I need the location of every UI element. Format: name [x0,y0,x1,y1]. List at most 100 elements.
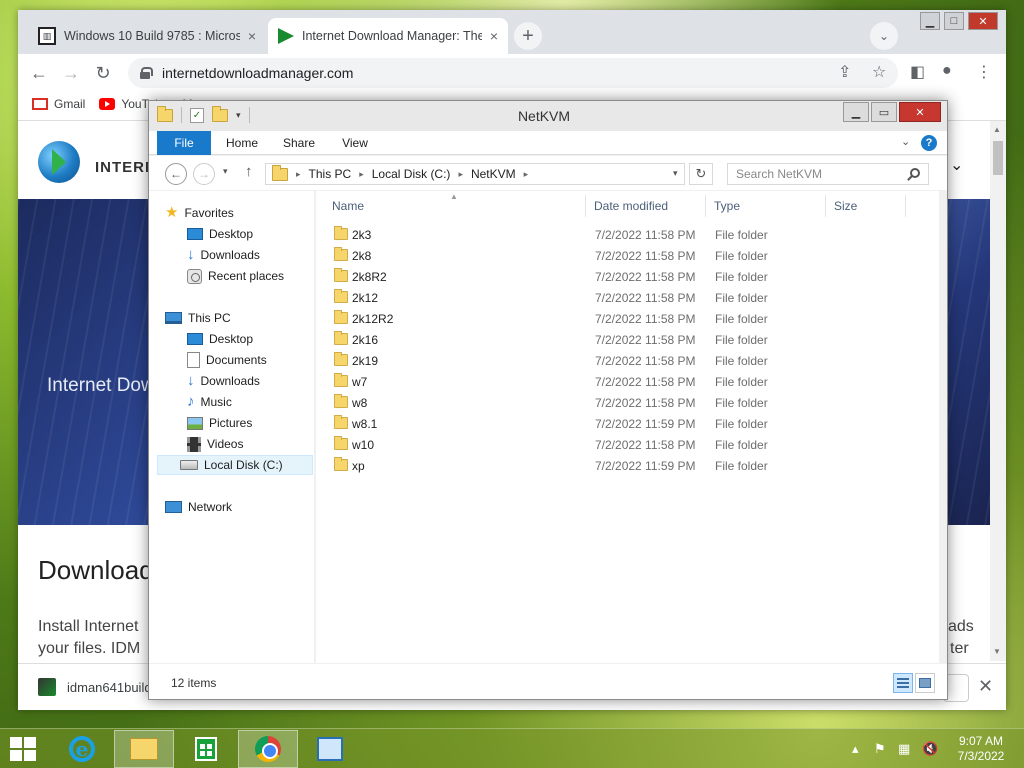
breadcrumb-separator-icon[interactable]: ▸ [458,169,463,180]
close-download-bar-button[interactable]: ✕ [978,676,993,697]
back-arrow-icon[interactable]: ← [26,60,52,86]
refresh-icon[interactable]: ↻ [689,163,713,185]
chevron-down-icon[interactable]: ⌄ [950,155,963,175]
tab-search-button[interactable]: ⌄ [870,22,898,50]
action-center-flag-icon[interactable]: ⚑ [874,741,886,757]
nav-this-pc[interactable]: This PC [165,308,231,328]
taskbar-store[interactable] [176,730,236,768]
minimize-button[interactable]: ▁ [920,12,940,30]
file-row[interactable]: 2k19 7/2/2022 11:58 PM File folder [330,350,930,371]
file-row[interactable]: 2k8 7/2/2022 11:58 PM File folder [330,245,930,266]
nav-favorites[interactable]: ★ Favorites [165,203,234,223]
search-input[interactable] [736,167,906,181]
column-header-name[interactable]: ▲ Name [326,192,586,217]
search-icon[interactable] [910,168,920,178]
maximize-button[interactable]: ▭ [871,102,897,122]
breadcrumb-separator-icon[interactable]: ▸ [296,169,301,180]
new-tab-button[interactable]: + [514,22,542,50]
scroll-down-icon[interactable]: ▼ [993,647,1001,656]
file-row[interactable]: w8.1 7/2/2022 11:59 PM File folder [330,413,930,434]
tab-file[interactable]: File [157,131,211,155]
file-row[interactable]: 2k12R2 7/2/2022 11:58 PM File folder [330,308,930,329]
nav-network[interactable]: Network [165,497,232,517]
up-arrow-icon[interactable]: ↑ [245,163,253,180]
recent-locations-dropdown-icon[interactable]: ▾ [223,166,228,177]
expand-ribbon-icon[interactable]: ⌄ [901,135,910,148]
column-header-size[interactable]: Size [828,195,906,217]
scroll-up-icon[interactable]: ▲ [993,125,1001,134]
address-bar[interactable]: internetdownloadmanager.com [128,58,898,88]
forward-arrow-icon[interactable]: → [58,60,84,86]
taskbar-chrome[interactable] [238,730,298,768]
tab-close-icon[interactable]: × [248,28,256,44]
breadcrumb-separator-icon[interactable]: ▸ [359,169,364,180]
idm-logo-icon[interactable] [38,141,80,183]
breadcrumb-this-pc[interactable]: This PC [309,167,352,181]
profile-avatar-icon[interactable]: ● [942,62,952,80]
tab-idm[interactable]: Internet Download Manager: The × [268,18,508,54]
maximize-button[interactable]: □ [944,12,964,30]
side-panel-icon[interactable]: ◧ [910,62,925,82]
tab-close-icon[interactable]: × [490,28,498,44]
nav-documents[interactable]: Documents [187,350,267,370]
network-status-icon[interactable]: ▦ [898,741,910,757]
folder-icon [334,268,348,282]
minimize-button[interactable]: ▁ [843,102,869,122]
taskbar-control-panel[interactable] [300,730,360,768]
file-row[interactable]: 2k12 7/2/2022 11:58 PM File folder [330,287,930,308]
close-button[interactable]: ✕ [968,12,998,30]
column-header-type[interactable]: Type [708,195,826,217]
file-type: File folder [715,375,768,389]
nav-videos[interactable]: Videos [187,434,243,454]
share-icon[interactable]: ⇪ [838,62,851,82]
intro-paragraph-line: Install Internet [38,618,139,635]
nav-music[interactable]: ♪ Music [187,392,232,412]
file-row[interactable]: xp 7/2/2022 11:59 PM File folder [330,455,930,476]
address-dropdown-icon[interactable]: ▾ [673,168,678,179]
sort-caret-icon: ▲ [450,192,458,201]
file-row[interactable]: w8 7/2/2022 11:58 PM File folder [330,392,930,413]
breadcrumb-local-disk[interactable]: Local Disk (C:) [372,167,451,181]
nav-favorites-desktop[interactable]: Desktop [187,224,253,244]
tab-share[interactable]: Share [273,131,325,155]
details-view-button[interactable] [893,673,913,693]
back-arrow-icon[interactable]: ← [165,163,187,185]
show-hidden-icons-icon[interactable]: ▴ [852,741,859,757]
page-scrollbar[interactable]: ▲ ▼ [990,121,1006,661]
tab-view[interactable]: View [331,131,379,155]
close-button[interactable]: ✕ [899,102,941,122]
file-row[interactable]: w10 7/2/2022 11:58 PM File folder [330,434,930,455]
scroll-thumb[interactable] [993,141,1003,175]
nav-local-disk[interactable]: Local Disk (C:) [157,455,313,475]
start-button[interactable] [10,737,38,763]
tab-windows-build[interactable]: ▥ Windows 10 Build 9785 : Microsc × [28,18,266,54]
tab-home[interactable]: Home [217,131,267,155]
breadcrumb-netkvm[interactable]: NetKVM [471,167,516,181]
bookmark-gmail[interactable]: Gmail [32,97,85,111]
reload-icon[interactable]: ↻ [90,60,116,86]
file-row[interactable]: 2k8R2 7/2/2022 11:58 PM File folder [330,266,930,287]
bookmark-star-icon[interactable]: ☆ [872,62,886,82]
taskbar-file-explorer[interactable] [114,730,174,768]
taskbar-internet-explorer[interactable]: e [52,730,112,768]
nav-favorites-downloads[interactable]: ↓ Downloads [187,245,260,265]
nav-pictures[interactable]: Pictures [187,413,252,433]
file-row[interactable]: 2k3 7/2/2022 11:58 PM File folder [330,224,930,245]
menu-kebab-icon[interactable]: ⋮ [976,62,992,82]
nav-recent-places[interactable]: Recent places [187,266,284,286]
system-clock[interactable]: 9:07 AM 7/3/2022 [952,734,1010,764]
nav-pc-downloads[interactable]: ↓ Downloads [187,371,260,391]
forward-arrow-icon[interactable]: → [193,163,215,185]
file-row[interactable]: 2k16 7/2/2022 11:58 PM File folder [330,329,930,350]
address-bar[interactable]: ▸ This PC ▸ Local Disk (C:) ▸ NetKVM ▸ [265,163,685,185]
help-icon[interactable]: ? [921,135,937,151]
nav-pc-desktop[interactable]: Desktop [187,329,253,349]
breadcrumb-separator-icon[interactable]: ▸ [524,169,529,180]
large-icons-view-button[interactable] [915,673,935,693]
file-name: w7 [352,375,368,389]
search-box[interactable] [727,163,929,185]
volume-muted-icon[interactable]: 🔇 [922,741,938,757]
file-row[interactable]: w7 7/2/2022 11:58 PM File folder [330,371,930,392]
column-header-date-modified[interactable]: Date modified [588,195,706,217]
download-filename[interactable]: idman641build [67,680,152,695]
